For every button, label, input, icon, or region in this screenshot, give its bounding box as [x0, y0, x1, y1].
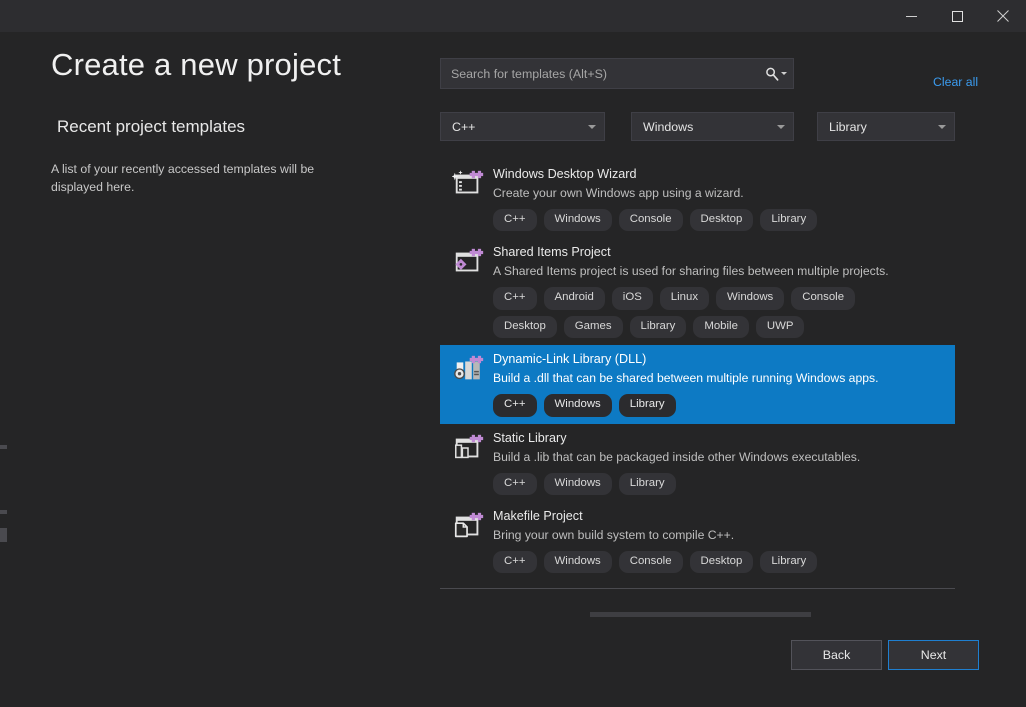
- maximize-button[interactable]: [934, 0, 980, 32]
- scrollbar-thumb[interactable]: [590, 612, 811, 617]
- template-list-item[interactable]: Static Library Build a .lib that can be p…: [440, 424, 955, 502]
- chevron-down-icon: [938, 124, 946, 129]
- template-tag: Desktop: [689, 551, 754, 574]
- template-tag-list: C++ Windows Library: [493, 394, 923, 417]
- maximize-icon: [951, 10, 963, 22]
- search-dropdown-caret-icon[interactable]: [781, 72, 787, 75]
- back-button[interactable]: Back: [791, 640, 882, 670]
- template-description: Create your own Windows app using a wiza…: [493, 186, 744, 200]
- shared-items-icon: [452, 246, 484, 278]
- recent-templates-heading: Recent project templates: [57, 117, 246, 136]
- template-tag: Library: [760, 551, 818, 574]
- template-tag: Library: [629, 315, 687, 339]
- template-list-item[interactable]: Dynamic-Link Library (DLL) Build a .dll t…: [440, 345, 955, 424]
- template-tag: C++: [493, 287, 537, 310]
- template-tag: Windows: [543, 394, 612, 417]
- template-tag: C++: [493, 472, 537, 496]
- language-filter-dropdown[interactable]: C++: [440, 112, 605, 141]
- template-tag: UWP: [755, 315, 805, 339]
- template-tag: Windows: [543, 472, 612, 496]
- template-tag: Console: [618, 551, 683, 574]
- template-tag: Linux: [659, 287, 710, 310]
- template-list-item[interactable]: Windows Desktop Wizard Create your own Wi…: [440, 160, 955, 238]
- template-tag: Windows: [543, 551, 612, 574]
- search-icon: [766, 67, 779, 81]
- template-tag: Library: [760, 209, 818, 232]
- template-name: Dynamic-Link Library (DLL): [493, 352, 647, 367]
- template-tag: C++: [493, 209, 537, 232]
- search-button[interactable]: [759, 59, 793, 88]
- template-list-horizontal-scrollbar[interactable]: [440, 610, 955, 618]
- template-name: Static Library: [493, 430, 567, 445]
- template-tag: Console: [791, 287, 856, 310]
- search-box[interactable]: [440, 58, 794, 89]
- page-title: Create a new project: [51, 47, 342, 82]
- close-icon: [997, 10, 1009, 22]
- chevron-down-icon: [588, 124, 596, 129]
- close-button[interactable]: [980, 0, 1026, 32]
- template-tag: C++: [493, 394, 537, 417]
- makefile-icon: [452, 510, 484, 542]
- template-list: Windows Desktop Wizard Create your own Wi…: [440, 160, 955, 585]
- template-list-item[interactable]: Shared Items Project A Shared Items proje…: [440, 238, 955, 345]
- next-button[interactable]: Next: [888, 640, 979, 670]
- template-tag: Library: [618, 394, 676, 417]
- background-window-edge-artifact: [0, 528, 7, 542]
- template-tag: iOS: [611, 287, 653, 310]
- platform-filter-dropdown[interactable]: Windows: [631, 112, 794, 141]
- background-window-edge-artifact: [0, 445, 7, 449]
- minimize-button[interactable]: [888, 0, 934, 32]
- template-tag-list: C++ Windows Console Desktop Library: [493, 551, 923, 574]
- template-tag: Library: [618, 472, 676, 496]
- template-tag: Desktop: [689, 209, 754, 232]
- template-name: Shared Items Project: [493, 245, 611, 260]
- template-description: A Shared Items project is used for shari…: [493, 264, 889, 279]
- minimize-icon: [905, 15, 917, 17]
- template-tag: Windows: [543, 209, 612, 232]
- template-name: Windows Desktop Wizard: [493, 167, 637, 181]
- template-tag-list: C++ Windows Library: [493, 472, 923, 496]
- chevron-down-icon: [777, 124, 785, 129]
- template-tag-list: C++ Android iOS Linux Windows Console Desktop G…: [493, 287, 923, 339]
- search-input[interactable]: [441, 59, 759, 88]
- footer-divider: [440, 588, 955, 589]
- language-filter-value: C++: [452, 119, 476, 134]
- template-tag: Desktop: [493, 315, 557, 339]
- template-tag: Mobile: [693, 315, 749, 339]
- background-window-edge-artifact: [0, 510, 7, 514]
- recent-templates-empty-text: A list of your recently accessed templat…: [51, 162, 315, 194]
- template-tag: Games: [563, 315, 623, 339]
- template-tag: Console: [618, 209, 683, 232]
- template-tag: Android: [543, 287, 605, 310]
- platform-filter-value: Windows: [643, 119, 694, 134]
- clear-all-link[interactable]: Clear all: [933, 75, 978, 89]
- static-library-icon: [452, 432, 484, 464]
- template-tag: Windows: [716, 287, 785, 310]
- title-bar: [0, 0, 1026, 32]
- footer-button-row: Back Next: [0, 640, 1026, 670]
- project-type-filter-dropdown[interactable]: Library: [817, 112, 955, 141]
- template-description: Build a .dll that can be shared between …: [493, 371, 879, 386]
- create-new-project-dialog: Create a new project Recent project temp…: [0, 0, 1026, 707]
- project-type-filter-value: Library: [829, 119, 867, 134]
- template-description: Build a .lib that can be packaged inside…: [493, 449, 861, 464]
- dll-icon: [452, 353, 484, 385]
- filter-dropdown-row: C++ Windows Library: [440, 112, 955, 141]
- template-name: Makefile Project: [493, 509, 583, 524]
- template-description: Bring your own build system to compile C…: [493, 528, 735, 543]
- template-tag: C++: [493, 551, 537, 574]
- template-tag-list: C++ Windows Console Desktop Library: [493, 209, 923, 232]
- template-list-item[interactable]: Makefile Project Bring your own build sys…: [440, 502, 955, 580]
- window-wizard-icon: [451, 168, 484, 200]
